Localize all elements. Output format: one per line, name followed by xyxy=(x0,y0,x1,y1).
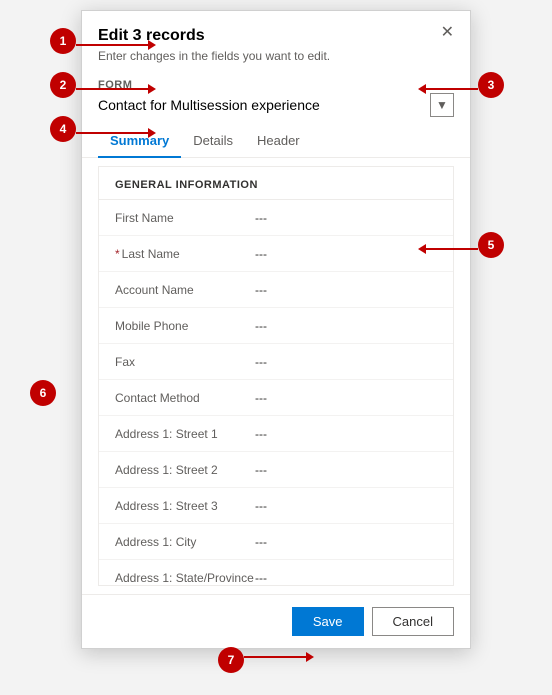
field-label-contactmethod: Contact Method xyxy=(115,391,255,405)
form-dropdown-button[interactable]: ▼ xyxy=(430,93,454,117)
field-value-contactmethod: --- xyxy=(255,391,437,405)
required-indicator: * xyxy=(115,247,120,261)
tab-header[interactable]: Header xyxy=(245,125,312,158)
annotation-3-arrow xyxy=(418,84,478,94)
field-label-street3: Address 1: Street 3 xyxy=(115,499,255,513)
annotation-1: 1 xyxy=(50,28,76,54)
annotation-5-arrow xyxy=(418,244,478,254)
form-section: Form Contact for Multisession experience… xyxy=(82,71,470,121)
field-row-mobilephone: Mobile Phone --- xyxy=(99,308,453,344)
save-button[interactable]: Save xyxy=(292,607,364,636)
field-label-mobilephone: Mobile Phone xyxy=(115,319,255,333)
field-value-accountname: --- xyxy=(255,283,437,297)
field-label-fax: Fax xyxy=(115,355,255,369)
field-label-stateprovince: Address 1: State/Province xyxy=(115,571,255,585)
dialog-overlay: 1 2 3 4 5 6 7 Edit 3 records Enter chang… xyxy=(0,0,552,695)
annotation-7-arrow xyxy=(244,652,314,662)
content-area: GENERAL INFORMATION First Name --- *Last… xyxy=(98,166,454,586)
field-row-accountname: Account Name --- xyxy=(99,272,453,308)
field-label-street2: Address 1: Street 2 xyxy=(115,463,255,477)
annotation-2: 2 xyxy=(50,72,76,98)
field-row-firstname: First Name --- xyxy=(99,200,453,236)
edit-dialog: Edit 3 records Enter changes in the fiel… xyxy=(81,10,471,649)
field-value-street2: --- xyxy=(255,463,437,477)
field-value-lastname: --- xyxy=(255,247,437,261)
dialog-footer: Save Cancel xyxy=(82,594,470,648)
field-label-lastname: *Last Name xyxy=(115,247,255,261)
annotation-7: 7 xyxy=(218,647,244,673)
form-value-row: Contact for Multisession experience ▼ xyxy=(98,93,454,117)
annotation-3: 3 xyxy=(478,72,504,98)
form-value: Contact for Multisession experience xyxy=(98,97,320,113)
cancel-button[interactable]: Cancel xyxy=(372,607,454,636)
field-value-firstname: --- xyxy=(255,211,437,225)
annotation-1-arrow xyxy=(76,40,156,50)
field-row-contactmethod: Contact Method --- xyxy=(99,380,453,416)
section-header: GENERAL INFORMATION xyxy=(99,167,453,200)
chevron-down-icon: ▼ xyxy=(436,98,448,112)
field-row-street1: Address 1: Street 1 --- xyxy=(99,416,453,452)
annotation-6: 6 xyxy=(30,380,56,406)
tab-details[interactable]: Details xyxy=(181,125,245,158)
field-value-city: --- xyxy=(255,535,437,549)
annotation-5: 5 xyxy=(478,232,504,258)
field-label-city: Address 1: City xyxy=(115,535,255,549)
annotation-2-arrow xyxy=(76,84,156,94)
field-value-stateprovince: --- xyxy=(255,571,437,585)
field-row-stateprovince: Address 1: State/Province --- xyxy=(99,560,453,586)
field-row-lastname: *Last Name --- xyxy=(99,236,453,272)
dialog-subtitle: Enter changes in the fields you want to … xyxy=(98,49,454,63)
field-value-mobilephone: --- xyxy=(255,319,437,333)
annotation-4: 4 xyxy=(50,116,76,142)
field-label-street1: Address 1: Street 1 xyxy=(115,427,255,441)
field-row-street2: Address 1: Street 2 --- xyxy=(99,452,453,488)
field-row-street3: Address 1: Street 3 --- xyxy=(99,488,453,524)
field-value-street1: --- xyxy=(255,427,437,441)
annotation-4-arrow xyxy=(76,128,156,138)
field-row-city: Address 1: City --- xyxy=(99,524,453,560)
field-row-fax: Fax --- xyxy=(99,344,453,380)
field-value-street3: --- xyxy=(255,499,437,513)
field-label-accountname: Account Name xyxy=(115,283,255,297)
field-value-fax: --- xyxy=(255,355,437,369)
close-button[interactable]: ✕ xyxy=(437,23,458,43)
field-label-firstname: First Name xyxy=(115,211,255,225)
